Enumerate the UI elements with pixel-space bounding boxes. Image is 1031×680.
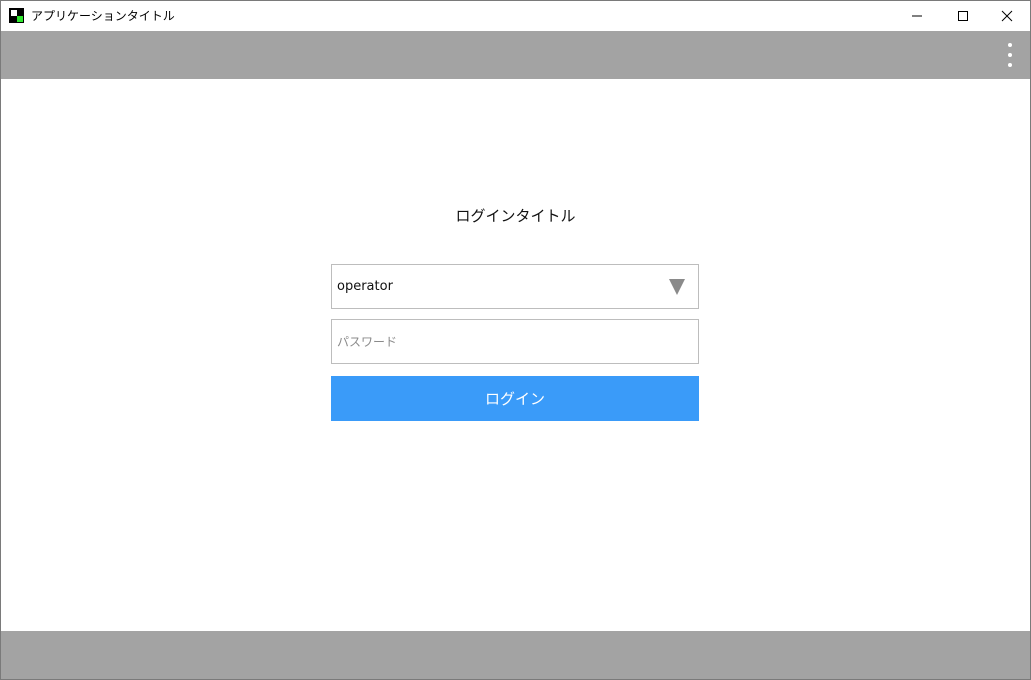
more-menu-button[interactable] [1000,43,1020,67]
app-window: アプリケーションタイトル ログインタイトル operator ログイン [0,0,1031,680]
app-logo-icon [9,8,24,23]
login-button[interactable]: ログイン [331,376,699,421]
user-select[interactable]: operator [331,264,699,309]
login-title: ログインタイトル [455,207,576,225]
user-select-value: operator [337,279,393,294]
title-bar[interactable]: アプリケーションタイトル [1,1,1030,31]
maximize-icon [958,11,968,21]
more-vertical-icon [1008,53,1012,57]
minimize-icon [912,15,922,17]
app-footer-bar [1,631,1030,679]
app-header-bar [1,31,1030,79]
maximize-button[interactable] [940,1,986,31]
minimize-button[interactable] [894,1,940,31]
close-button[interactable] [984,1,1030,31]
more-vertical-icon [1008,43,1012,47]
more-vertical-icon [1008,63,1012,67]
close-icon [1001,10,1013,22]
password-input[interactable] [331,319,699,364]
window-title: アプリケーションタイトル [31,9,175,23]
caret-down-icon [669,279,685,295]
login-content: ログインタイトル operator ログイン [1,79,1030,631]
